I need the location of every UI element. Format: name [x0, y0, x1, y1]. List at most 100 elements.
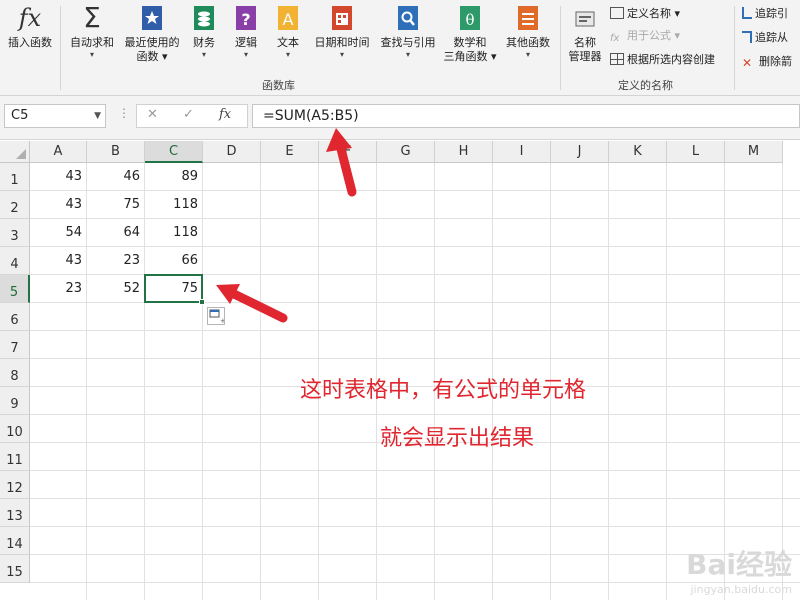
cell[interactable]: 46 — [87, 163, 145, 191]
column-header[interactable]: F — [319, 141, 377, 163]
row-header[interactable]: 4 — [0, 247, 30, 275]
remove-arrows-label: 删除箭 — [759, 55, 792, 68]
gridline-horizontal — [30, 330, 800, 331]
column-header[interactable]: E — [261, 141, 319, 163]
more-functions-button[interactable]: 其他函数 ▾ — [502, 4, 554, 59]
dropdown-caret: ▾ — [339, 50, 344, 59]
formula-input[interactable]: =SUM(A5:B5) — [252, 104, 800, 128]
column-header[interactable]: M — [725, 141, 783, 163]
autosum-button[interactable]: Σ 自动求和 ▾ — [64, 1, 120, 60]
cell[interactable]: 118 — [145, 219, 203, 247]
insert-function-fx-icon[interactable]: fx — [219, 107, 231, 122]
cell[interactable]: 52 — [87, 275, 145, 303]
dropdown-caret: ▾ — [285, 50, 290, 59]
financial-button[interactable]: 财务 ▾ — [186, 4, 222, 59]
use-in-formula-label: 用于公式 — [627, 29, 671, 42]
more-options-icon[interactable]: ⋮ — [118, 106, 130, 120]
name-manager-label-1: 名称 — [574, 36, 596, 49]
row-header[interactable]: 11 — [0, 443, 30, 471]
cancel-icon[interactable]: ✕ — [147, 107, 158, 122]
active-cell-border[interactable] — [144, 274, 203, 303]
column-header[interactable]: B — [87, 141, 145, 163]
define-name-button[interactable]: 定义名称 ▾ — [610, 6, 680, 22]
enter-icon[interactable]: ✓ — [183, 107, 194, 122]
dropdown-caret: ▾ — [89, 50, 94, 59]
annotation-line-1: 这时表格中，有公式的单元格 — [300, 378, 587, 403]
star-book-icon — [142, 6, 162, 30]
row-header[interactable]: 13 — [0, 499, 30, 527]
row-header[interactable]: 12 — [0, 471, 30, 499]
select-all-triangle-icon — [16, 149, 26, 159]
recent-functions-button[interactable]: 最近使用的 函数 ▾ — [120, 4, 184, 64]
datetime-button[interactable]: 日期和时间 ▾ — [310, 4, 374, 59]
column-header[interactable]: C — [145, 141, 203, 163]
row-header[interactable]: 1 — [0, 163, 30, 191]
insert-function-label: 插入函数 — [8, 36, 52, 49]
math-trig-label-1: 数学和 — [453, 36, 487, 49]
gridline-horizontal — [30, 526, 800, 527]
row-header[interactable]: 5 — [0, 275, 30, 303]
row-header[interactable]: 8 — [0, 359, 30, 387]
row-header[interactable]: 14 — [0, 527, 30, 555]
row-header[interactable]: 7 — [0, 331, 30, 359]
text-button[interactable]: A 文本 ▾ — [270, 4, 306, 59]
use-in-formula-button[interactable]: fx 用于公式 ▾ — [610, 28, 680, 44]
column-header[interactable]: L — [667, 141, 725, 163]
row-header[interactable]: 15 — [0, 555, 30, 583]
cell[interactable]: 66 — [145, 247, 203, 275]
trace-precedents-icon — [742, 7, 752, 19]
quick-analysis-glyph: + — [209, 309, 226, 325]
create-from-selection-button[interactable]: 根据所选内容创建 — [610, 52, 715, 68]
row-header[interactable]: 9 — [0, 387, 30, 415]
row-header[interactable]: 10 — [0, 415, 30, 443]
remove-arrows-icon: ✕ — [742, 56, 753, 70]
name-manager-button[interactable]: 名称 管理器 — [564, 4, 606, 64]
chevron-down-icon[interactable]: ▼ — [94, 105, 101, 127]
column-header[interactable]: A — [30, 141, 87, 163]
fill-handle[interactable] — [199, 299, 205, 305]
row-header[interactable]: 6 — [0, 303, 30, 331]
cell[interactable]: 54 — [30, 219, 87, 247]
cell[interactable]: 23 — [87, 247, 145, 275]
row-header[interactable]: 2 — [0, 191, 30, 219]
row-header[interactable]: 3 — [0, 219, 30, 247]
coins-book-icon — [194, 6, 214, 30]
column-header[interactable]: J — [551, 141, 609, 163]
trace-dependents-button[interactable]: 追踪从 — [742, 30, 788, 46]
ribbon: fx 插入函数 Σ 自动求和 ▾ 最近使用的 函数 ▾ 财务 ▾ ? 逻辑 ▾ … — [0, 0, 800, 96]
remove-arrows-button[interactable]: ✕ 删除箭 — [742, 54, 792, 70]
cell[interactable]: 118 — [145, 191, 203, 219]
quick-analysis-icon[interactable]: + — [207, 307, 226, 325]
cell[interactable]: 75 — [87, 191, 145, 219]
cell[interactable]: 64 — [87, 219, 145, 247]
logical-button[interactable]: ? 逻辑 ▾ — [228, 4, 264, 59]
trace-precedents-label: 追踪引 — [755, 7, 788, 20]
column-header[interactable]: H — [435, 141, 493, 163]
gridline-vertical — [666, 163, 667, 600]
cell[interactable]: 43 — [30, 247, 87, 275]
lookup-reference-button[interactable]: 查找与引用 ▾ — [376, 4, 440, 59]
insert-function-button[interactable]: fx 插入函数 — [4, 4, 56, 50]
column-header[interactable]: I — [493, 141, 551, 163]
dropdown-caret: ▾ — [525, 50, 530, 59]
sigma-icon: Σ — [83, 1, 101, 34]
name-box-value: C5 — [11, 108, 29, 123]
cell[interactable]: 89 — [145, 163, 203, 191]
svg-text:?: ? — [241, 10, 250, 29]
column-header[interactable]: G — [377, 141, 435, 163]
math-trig-button[interactable]: θ 数学和 三角函数 ▾ — [440, 4, 500, 64]
column-header[interactable]: D — [203, 141, 261, 163]
spreadsheet-grid[interactable]: A B C D E F G H I J K L M 1 2 3 4 5 6 7 8 9 10 11 12 13 14 15 43 46 89… — [0, 141, 800, 600]
name-box[interactable]: C5 ▼ — [4, 104, 106, 128]
name-tag-icon — [575, 11, 595, 27]
trace-precedents-button[interactable]: 追踪引 — [742, 6, 788, 22]
cell[interactable]: 43 — [30, 191, 87, 219]
financial-label: 财务 — [193, 36, 215, 49]
magnifier-book-icon — [398, 6, 418, 30]
select-all-corner[interactable] — [0, 141, 30, 163]
cell[interactable]: 43 — [30, 163, 87, 191]
text-book-icon: A — [278, 6, 298, 30]
column-header[interactable]: K — [609, 141, 667, 163]
name-manager-label-2: 管理器 — [568, 50, 602, 63]
cell[interactable]: 23 — [30, 275, 87, 303]
